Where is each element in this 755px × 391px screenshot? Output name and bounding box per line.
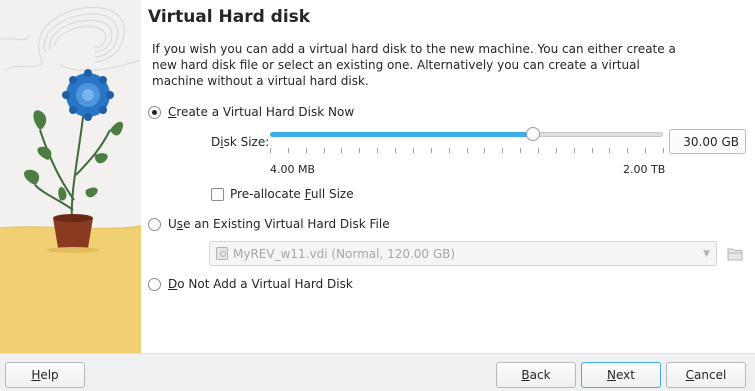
slider-tick	[555, 148, 557, 153]
slider-tick	[520, 148, 522, 153]
page-description: If you wish you can add a virtual hard d…	[152, 42, 676, 88]
slider-tick	[412, 148, 414, 153]
slider-tick	[287, 148, 289, 153]
no-disk-radio[interactable]	[148, 277, 161, 291]
back-button[interactable]: Back	[496, 362, 576, 388]
slider-tick	[305, 148, 307, 153]
hard-disk-icon	[216, 247, 228, 260]
no-disk-option[interactable]: Do Not Add a Virtual Hard Disk	[148, 276, 353, 292]
new-vm-wizard: Virtual Hard disk If you wish you can ad…	[0, 0, 755, 353]
slider-fill	[270, 132, 534, 137]
slider-tick	[537, 148, 539, 153]
preallocate-label: Pre-allocate Full Size	[230, 187, 354, 201]
preallocate-option[interactable]: Pre-allocate Full Size	[211, 187, 354, 201]
slider-tick	[609, 148, 611, 153]
chevron-down-icon: ▼	[703, 248, 710, 259]
choose-disk-file-button[interactable]	[724, 243, 746, 264]
slider-tick	[430, 148, 432, 153]
wizard-button-bar: Help Back Next Cancel	[0, 353, 755, 391]
disk-size-min-label: 4.00 MB	[270, 163, 316, 176]
disk-size-slider[interactable]	[270, 125, 663, 145]
slider-tick	[395, 148, 397, 153]
use-existing-label: Use an Existing Virtual Hard Disk File	[168, 217, 390, 231]
slider-tick	[573, 148, 575, 153]
no-disk-label: Do Not Add a Virtual Hard Disk	[168, 277, 353, 291]
cancel-button[interactable]: Cancel	[666, 362, 746, 388]
preallocate-checkbox[interactable]	[211, 187, 224, 201]
slider-tick	[484, 148, 486, 153]
create-disk-option[interactable]: Create a Virtual Hard Disk Now	[148, 104, 354, 120]
flower-pot-illustration	[0, 0, 141, 353]
existing-disk-value: MyREV_w11.vdi (Normal, 120.00 GB)	[233, 246, 456, 261]
slider-tick	[448, 148, 450, 153]
slider-tick	[341, 148, 343, 153]
folder-open-icon	[727, 248, 743, 260]
slider-tick	[270, 148, 271, 153]
disk-size-input[interactable]	[669, 129, 746, 154]
slider-tick	[466, 148, 468, 153]
create-disk-label: Create a Virtual Hard Disk Now	[168, 105, 355, 119]
next-button[interactable]: Next	[581, 362, 661, 388]
slider-tick	[502, 148, 504, 153]
slider-tick	[377, 148, 379, 153]
wizard-content: Virtual Hard disk If you wish you can ad…	[141, 0, 755, 353]
slider-tick	[591, 148, 593, 153]
slider-ticks	[270, 148, 664, 154]
slider-handle[interactable]	[526, 127, 541, 141]
use-existing-option[interactable]: Use an Existing Virtual Hard Disk File	[148, 216, 390, 232]
slider-tick	[323, 148, 325, 153]
page-title: Virtual Hard disk	[148, 7, 311, 27]
disk-size-max-label: 2.00 TB	[623, 163, 666, 176]
slider-tick	[627, 148, 629, 153]
create-disk-radio[interactable]	[148, 105, 161, 119]
help-button[interactable]: Help	[5, 362, 85, 388]
wizard-illustration	[0, 0, 141, 353]
disk-size-label: Disk Size:	[211, 135, 270, 149]
slider-tick	[645, 148, 647, 153]
existing-disk-select[interactable]: MyREV_w11.vdi (Normal, 120.00 GB) ▼	[209, 241, 717, 266]
use-existing-radio[interactable]	[148, 217, 161, 231]
slider-tick	[663, 148, 664, 153]
slider-tick	[359, 148, 361, 153]
